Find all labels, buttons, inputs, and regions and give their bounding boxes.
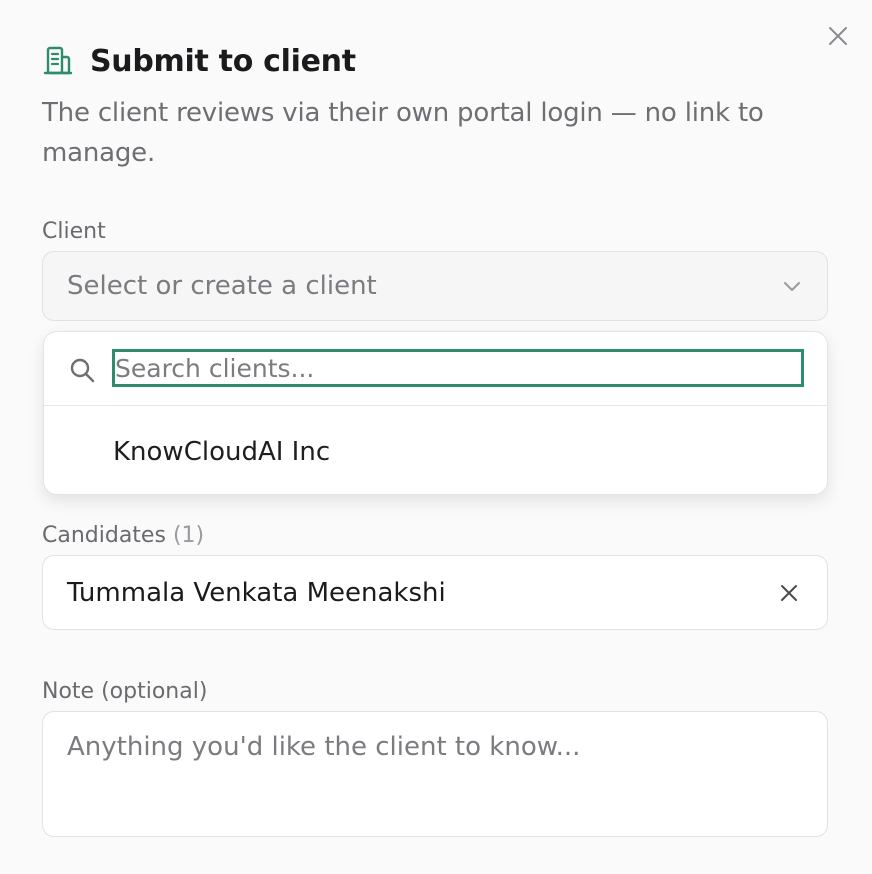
client-option[interactable]: KnowCloudAI Inc [44, 414, 827, 490]
note-field[interactable] [42, 711, 828, 837]
candidates-label-text: Candidates [42, 523, 166, 548]
search-icon [70, 358, 95, 383]
close-icon [829, 27, 847, 45]
close-button[interactable] [824, 22, 852, 50]
dialog-title: Submit to client [90, 43, 356, 79]
dialog-subtitle: The client reviews via their own portal … [42, 98, 764, 168]
remove-candidate-button[interactable] [775, 579, 803, 607]
client-select[interactable]: Select or create a client [42, 251, 828, 321]
building-icon [42, 45, 74, 77]
client-dropdown: KnowCloudAI Inc [43, 331, 828, 495]
client-search-input[interactable] [112, 349, 804, 387]
selected-candidate: Tummala Venkata Meenakshi [42, 555, 828, 630]
note-label: Note (optional) [42, 679, 208, 704]
chevron-down-icon [784, 282, 800, 291]
client-label: Client [42, 219, 106, 244]
candidates-count: (1) [172, 523, 205, 548]
dialog-header: Submit to client [42, 40, 356, 82]
candidate-name: Tummala Venkata Meenakshi [67, 577, 446, 608]
client-select-placeholder: Select or create a client [67, 271, 377, 301]
client-search-row [44, 332, 827, 406]
submit-to-client-dialog: Submit to client The client reviews via … [0, 0, 872, 874]
close-icon [781, 584, 797, 601]
candidates-label: Candidates (1) [42, 523, 204, 548]
